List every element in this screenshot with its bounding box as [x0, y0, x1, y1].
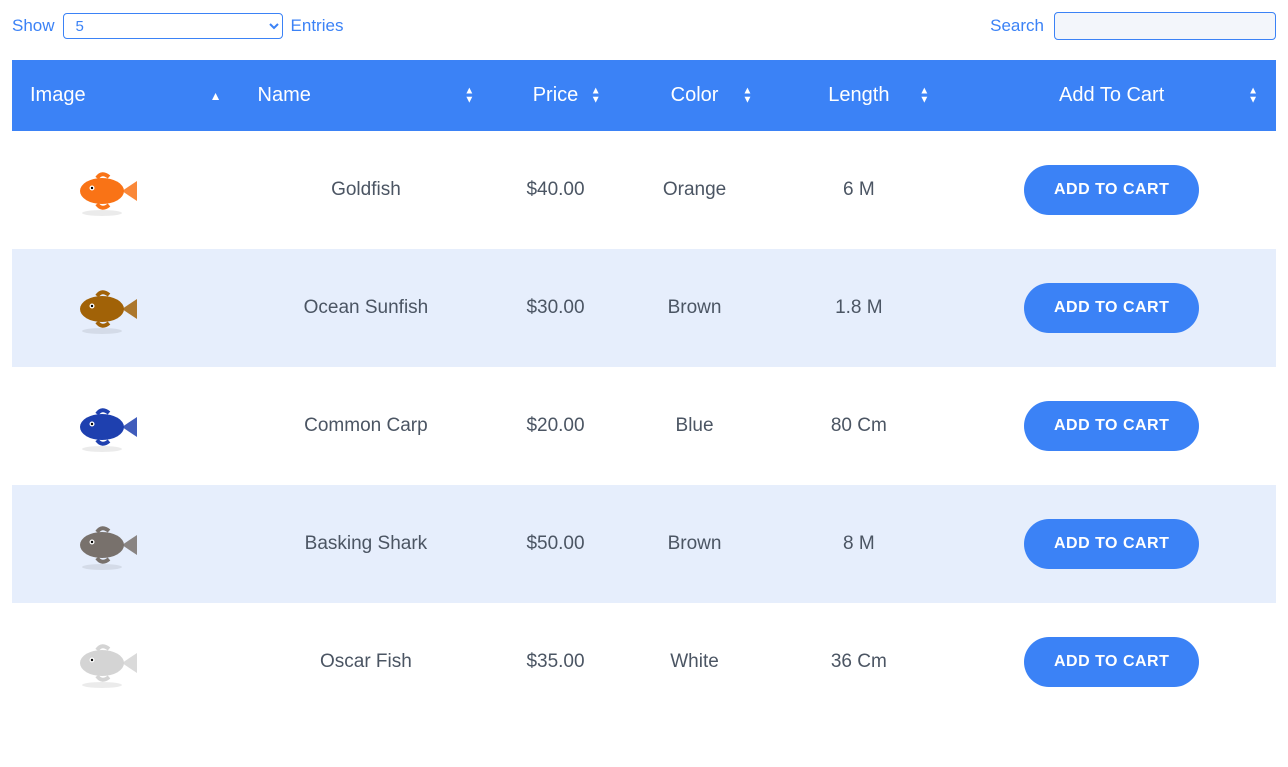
- fish-icon: [62, 509, 152, 579]
- col-image[interactable]: Image ▲: [12, 60, 240, 131]
- add-to-cart-button[interactable]: ADD TO CART: [1024, 519, 1199, 569]
- cell-length: 8 M: [770, 485, 947, 603]
- search-input[interactable]: [1054, 12, 1276, 40]
- col-length-label: Length: [828, 84, 889, 106]
- entries-select[interactable]: 5: [63, 13, 283, 39]
- col-color-label: Color: [671, 84, 719, 106]
- fish-icon: [62, 155, 152, 225]
- table-row: Common Carp $20.00 Blue 80 Cm ADD TO CAR…: [12, 367, 1276, 485]
- cell-price: $50.00: [492, 485, 618, 603]
- sort-both-icon: ▲▼: [742, 87, 752, 104]
- cell-price: $30.00: [492, 249, 618, 367]
- table-row: Basking Shark $50.00 Brown 8 M ADD TO CA…: [12, 485, 1276, 603]
- search-label: Search: [990, 16, 1044, 36]
- sort-both-icon: ▲▼: [591, 87, 601, 104]
- col-name-label: Name: [258, 84, 311, 106]
- fish-icon: [62, 627, 152, 697]
- cell-color: White: [619, 603, 771, 721]
- add-to-cart-button[interactable]: ADD TO CART: [1024, 283, 1199, 333]
- cell-color: Brown: [619, 485, 771, 603]
- cell-image: [12, 603, 240, 721]
- cell-price: $40.00: [492, 131, 618, 249]
- sort-asc-icon: ▲: [210, 92, 222, 100]
- cell-name: Basking Shark: [240, 485, 493, 603]
- fish-icon: [62, 273, 152, 343]
- show-label: Show: [12, 16, 55, 36]
- col-color[interactable]: Color ▲▼: [619, 60, 771, 131]
- add-to-cart-button[interactable]: ADD TO CART: [1024, 637, 1199, 687]
- cell-name: Oscar Fish: [240, 603, 493, 721]
- col-price[interactable]: Price ▲▼: [492, 60, 618, 131]
- cell-image: [12, 131, 240, 249]
- cell-length: 80 Cm: [770, 367, 947, 485]
- cell-name: Ocean Sunfish: [240, 249, 493, 367]
- product-table: Image ▲ Name ▲▼ Price ▲▼ Color ▲▼ Length…: [12, 60, 1276, 721]
- cell-color: Brown: [619, 249, 771, 367]
- table-controls: Show 5 Entries Search: [12, 12, 1276, 40]
- cell-length: 1.8 M: [770, 249, 947, 367]
- sort-both-icon: ▲▼: [919, 87, 929, 104]
- cell-length: 6 M: [770, 131, 947, 249]
- cell-image: [12, 249, 240, 367]
- cell-add: ADD TO CART: [947, 131, 1276, 249]
- table-row: Ocean Sunfish $30.00 Brown 1.8 M ADD TO …: [12, 249, 1276, 367]
- add-to-cart-button[interactable]: ADD TO CART: [1024, 401, 1199, 451]
- cell-name: Common Carp: [240, 367, 493, 485]
- cell-add: ADD TO CART: [947, 603, 1276, 721]
- cell-name: Goldfish: [240, 131, 493, 249]
- entries-control: Show 5 Entries: [12, 13, 343, 39]
- table-row: Goldfish $40.00 Orange 6 M ADD TO CART: [12, 131, 1276, 249]
- col-price-label: Price: [533, 84, 579, 106]
- fish-icon: [62, 391, 152, 461]
- cell-add: ADD TO CART: [947, 367, 1276, 485]
- search-control: Search: [990, 12, 1276, 40]
- sort-both-icon: ▲▼: [464, 87, 474, 104]
- cell-length: 36 Cm: [770, 603, 947, 721]
- cell-image: [12, 367, 240, 485]
- cell-color: Blue: [619, 367, 771, 485]
- table-header-row: Image ▲ Name ▲▼ Price ▲▼ Color ▲▼ Length…: [12, 60, 1276, 131]
- col-add[interactable]: Add To Cart ▲▼: [947, 60, 1276, 131]
- cell-add: ADD TO CART: [947, 485, 1276, 603]
- entries-label: Entries: [291, 16, 344, 36]
- sort-both-icon: ▲▼: [1248, 87, 1258, 104]
- add-to-cart-button[interactable]: ADD TO CART: [1024, 165, 1199, 215]
- table-row: Oscar Fish $35.00 White 36 Cm ADD TO CAR…: [12, 603, 1276, 721]
- col-add-label: Add To Cart: [1059, 84, 1164, 106]
- col-length[interactable]: Length ▲▼: [770, 60, 947, 131]
- cell-price: $20.00: [492, 367, 618, 485]
- col-name[interactable]: Name ▲▼: [240, 60, 493, 131]
- cell-color: Orange: [619, 131, 771, 249]
- cell-image: [12, 485, 240, 603]
- cell-price: $35.00: [492, 603, 618, 721]
- col-image-label: Image: [30, 84, 86, 106]
- cell-add: ADD TO CART: [947, 249, 1276, 367]
